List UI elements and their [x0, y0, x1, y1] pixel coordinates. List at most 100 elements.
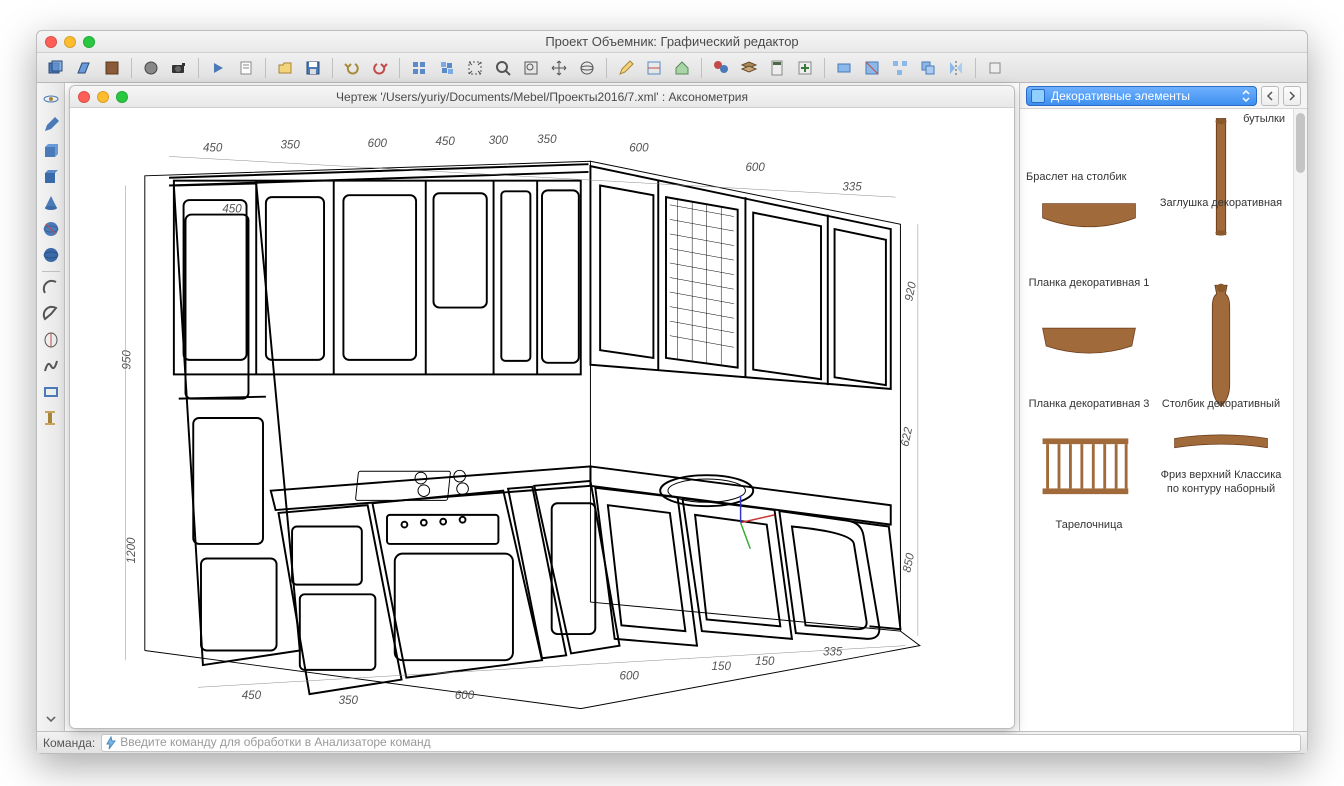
export-button[interactable] — [982, 56, 1008, 80]
dim: 450 — [203, 142, 223, 155]
library-item[interactable]: Планка декоративная 1 — [1024, 173, 1154, 292]
scrollbar[interactable] — [1293, 109, 1307, 731]
lib-label: Заглушка декоративная — [1160, 197, 1282, 210]
lib-label: Столбик декоративный — [1162, 398, 1280, 411]
zoom-button[interactable] — [490, 56, 516, 80]
dim: 600 — [455, 689, 475, 702]
save-button[interactable] — [300, 56, 326, 80]
dim: 600 — [620, 670, 640, 683]
document-window: Чертеж '/Users/yuriy/Documents/Mebel/Про… — [69, 85, 1015, 729]
redo-button[interactable] — [367, 56, 393, 80]
calc-button[interactable] — [764, 56, 790, 80]
arc1-tool[interactable] — [39, 276, 63, 300]
dimensions-button[interactable] — [641, 56, 667, 80]
expand-button[interactable] — [39, 711, 63, 727]
canvas[interactable]: 450 350 600 450 300 350 600 600 335 450 … — [70, 108, 1014, 728]
materials-button[interactable] — [708, 56, 734, 80]
lightning-icon — [104, 736, 118, 750]
view-persp-button[interactable] — [71, 56, 97, 80]
dropdown-label: Декоративные элементы — [1051, 89, 1190, 103]
render-button[interactable] — [138, 56, 164, 80]
minimize-icon[interactable] — [64, 36, 76, 48]
separator — [131, 58, 132, 78]
zoom-icon[interactable] — [83, 36, 95, 48]
rotate-tool[interactable] — [39, 87, 63, 111]
explode-button[interactable] — [887, 56, 913, 80]
dim: 450 — [435, 135, 455, 148]
scrollbar-thumb[interactable] — [1296, 113, 1305, 173]
orbit-button[interactable] — [574, 56, 600, 80]
zoom-icon[interactable] — [116, 91, 128, 103]
play-button[interactable] — [205, 56, 231, 80]
pencil-tool[interactable] — [39, 113, 63, 137]
close-icon[interactable] — [78, 91, 90, 103]
main-window: Проект Объемник: Графический редактор — [36, 30, 1308, 754]
group-button[interactable] — [915, 56, 941, 80]
mirror-button[interactable] — [943, 56, 969, 80]
app-title: Проект Объемник: Графический редактор — [545, 34, 798, 49]
lib-label: Тарелочница — [1056, 519, 1123, 532]
lib-label: Планка декоративная 1 — [1029, 277, 1150, 290]
nav-prev-button[interactable] — [1261, 86, 1279, 106]
placeholder-text: Введите команду для обработки в Анализат… — [120, 735, 430, 749]
category-dropdown[interactable]: Декоративные элементы — [1026, 86, 1257, 106]
separator — [701, 58, 702, 78]
grid-button[interactable] — [406, 56, 432, 80]
dim: 335 — [823, 645, 843, 658]
library-item[interactable]: Фриз верхний Классика по контуру наборны… — [1156, 415, 1286, 534]
cone-tool[interactable] — [39, 191, 63, 215]
curve-tool[interactable] — [39, 354, 63, 378]
dim: 920 — [902, 280, 919, 302]
texture-button[interactable] — [99, 56, 125, 80]
home-button[interactable] — [669, 56, 695, 80]
open-button[interactable] — [272, 56, 298, 80]
box-tool[interactable] — [39, 139, 63, 163]
library-item[interactable]: Планка декоративная 3 — [1024, 294, 1154, 413]
arc2-tool[interactable] — [39, 302, 63, 326]
separator — [198, 58, 199, 78]
layers-button[interactable] — [736, 56, 762, 80]
grid3d-button[interactable] — [434, 56, 460, 80]
library-item[interactable]: Заглушка декоративная — [1156, 193, 1286, 292]
edit-button[interactable] — [613, 56, 639, 80]
column-tool[interactable] — [39, 406, 63, 430]
separator — [42, 271, 60, 272]
cut-plane-button[interactable] — [831, 56, 857, 80]
section-button[interactable] — [859, 56, 885, 80]
lib-label: Планка декоративная 3 — [1029, 398, 1150, 411]
doc-window-controls — [78, 91, 128, 103]
separator — [265, 58, 266, 78]
zoom-win-button[interactable] — [518, 56, 544, 80]
revolve-tool[interactable] — [39, 328, 63, 352]
dim: 350 — [280, 139, 300, 152]
sphere2-tool[interactable] — [39, 243, 63, 267]
folder-icon — [1031, 89, 1045, 103]
view-3d-button[interactable] — [43, 56, 69, 80]
library-panel: Декоративные элементы бутылки Браслет на… — [1019, 83, 1307, 731]
close-icon[interactable] — [45, 36, 57, 48]
zoom-fit-button[interactable] — [462, 56, 488, 80]
dim: 300 — [489, 134, 509, 147]
dim: 600 — [368, 137, 388, 150]
command-input[interactable]: Введите команду для обработки в Анализат… — [101, 734, 1301, 752]
add-button[interactable] — [792, 56, 818, 80]
dim: 150 — [712, 660, 732, 673]
left-toolbar — [37, 83, 65, 731]
minimize-icon[interactable] — [97, 91, 109, 103]
report-button[interactable] — [233, 56, 259, 80]
sphere1-tool[interactable] — [39, 217, 63, 241]
panel-header: Декоративные элементы — [1020, 83, 1307, 109]
dim: 150 — [755, 655, 775, 668]
chevron-updown-icon — [1238, 87, 1254, 105]
window-controls — [45, 36, 95, 48]
pan-button[interactable] — [546, 56, 572, 80]
dim: 850 — [900, 551, 917, 573]
library-item[interactable]: Столбик декоративный — [1156, 294, 1286, 413]
undo-button[interactable] — [339, 56, 365, 80]
nav-next-button[interactable] — [1283, 86, 1301, 106]
camera-button[interactable] — [166, 56, 192, 80]
library-item[interactable]: Тарелочница — [1024, 415, 1154, 534]
rect-tool[interactable] — [39, 380, 63, 404]
dim: 622 — [898, 426, 915, 448]
box2-tool[interactable] — [39, 165, 63, 189]
